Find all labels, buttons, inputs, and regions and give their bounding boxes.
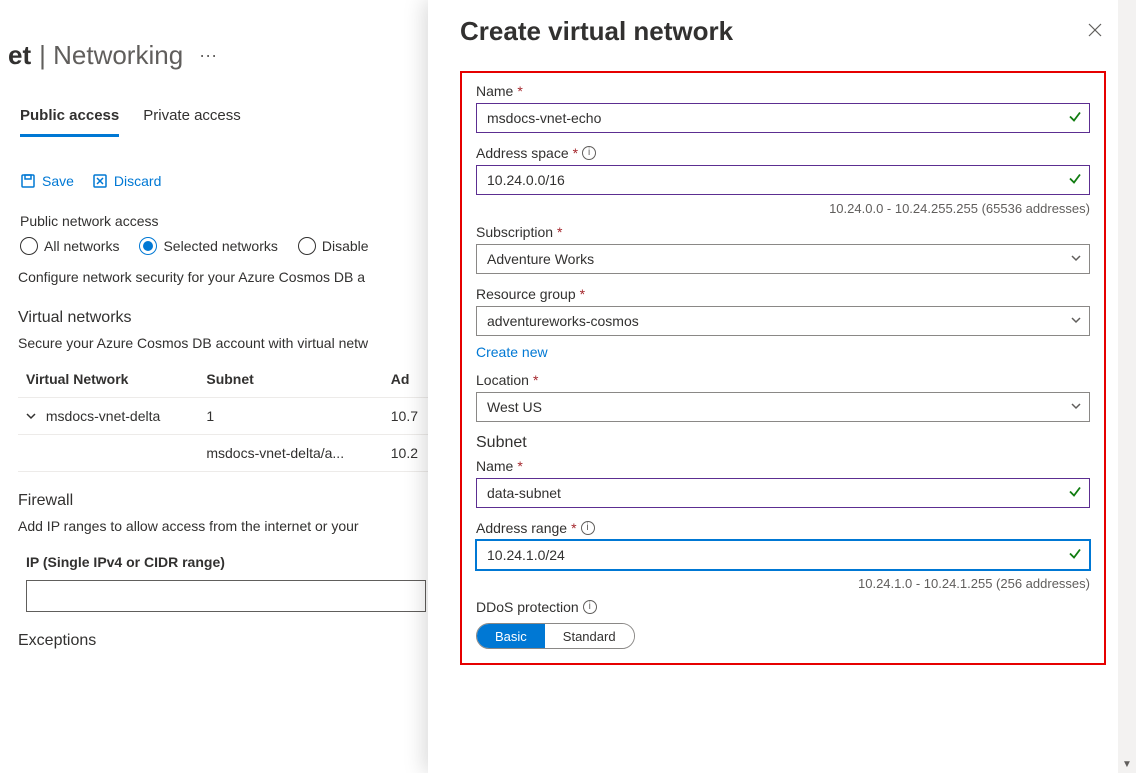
location-select[interactable] (476, 392, 1090, 422)
radio-label: Selected networks (163, 238, 277, 254)
save-label: Save (42, 173, 74, 189)
ddos-standard-option[interactable]: Standard (545, 624, 634, 648)
name-input[interactable] (476, 103, 1090, 133)
valid-icon (1068, 547, 1082, 564)
cell-subnet: 1 (198, 398, 382, 435)
info-icon[interactable]: i (583, 600, 597, 614)
subnet-name-label: Name* (476, 458, 1090, 474)
info-icon[interactable]: i (582, 146, 596, 160)
location-label: Location* (476, 372, 1090, 388)
blade-title: Create virtual network (460, 16, 733, 47)
cell-vnet (18, 435, 198, 472)
discard-button[interactable]: Discard (92, 173, 161, 189)
radio-icon (298, 237, 316, 255)
chevron-down-icon (1070, 251, 1082, 267)
address-range-label: Address range* i (476, 520, 1090, 536)
chevron-down-icon (1070, 399, 1082, 415)
radio-label: All networks (44, 238, 119, 254)
tab-public-access[interactable]: Public access (20, 101, 119, 137)
radio-icon (139, 237, 157, 255)
tab-private-access[interactable]: Private access (143, 101, 241, 137)
cell-subnet: msdocs-vnet-delta/a... (198, 435, 382, 472)
radio-selected-networks[interactable]: Selected networks (139, 237, 277, 255)
address-range-input[interactable] (476, 540, 1090, 570)
subnet-name-input[interactable] (476, 478, 1090, 508)
ddos-basic-option[interactable]: Basic (477, 624, 545, 648)
more-actions-button[interactable]: ··· (191, 45, 225, 66)
valid-icon (1068, 110, 1082, 127)
scroll-down-icon[interactable]: ▼ (1122, 756, 1132, 773)
chevron-down-icon[interactable] (26, 408, 36, 424)
scrollbar[interactable]: ▼ (1118, 0, 1136, 773)
resource-group-select[interactable] (476, 306, 1090, 336)
col-virtual-network[interactable]: Virtual Network (18, 361, 198, 398)
radio-all-networks[interactable]: All networks (20, 237, 119, 255)
resource-group-label: Resource group* (476, 286, 1090, 302)
close-button[interactable] (1084, 17, 1106, 46)
virtual-networks-table: Virtual Network Subnet Ad msdocs-vnet-de… (18, 361, 438, 472)
radio-icon (20, 237, 38, 255)
table-row[interactable]: msdocs-vnet-delta/a... 10.2 (18, 435, 438, 472)
vnet-form: Name* Address space* i 10.24.0.0 - 10 (460, 71, 1106, 665)
discard-icon (92, 173, 108, 189)
discard-label: Discard (114, 173, 161, 189)
radio-disabled[interactable]: Disable (298, 237, 369, 255)
address-range-helper: 10.24.1.0 - 10.24.1.255 (256 addresses) (476, 576, 1090, 591)
col-subnet[interactable]: Subnet (198, 361, 382, 398)
address-space-helper: 10.24.0.0 - 10.24.255.255 (65536 address… (476, 201, 1090, 216)
valid-icon (1068, 485, 1082, 502)
chevron-down-icon (1070, 313, 1082, 329)
subscription-label: Subscription* (476, 224, 1090, 240)
subnet-section-header: Subnet (476, 434, 1090, 452)
ddos-toggle: Basic Standard (476, 623, 635, 649)
subscription-select[interactable] (476, 244, 1090, 274)
radio-label: Disable (322, 238, 369, 254)
save-button[interactable]: Save (20, 173, 74, 189)
page-title-suffix: | Networking (39, 40, 183, 71)
name-label: Name* (476, 83, 1090, 99)
create-new-link[interactable]: Create new (476, 344, 548, 360)
address-space-label: Address space* i (476, 145, 1090, 161)
valid-icon (1068, 172, 1082, 189)
address-space-input[interactable] (476, 165, 1090, 195)
info-icon[interactable]: i (581, 521, 595, 535)
ip-range-input[interactable] (26, 580, 426, 612)
save-icon (20, 173, 36, 189)
table-row[interactable]: msdocs-vnet-delta 1 10.7 (18, 398, 438, 435)
create-vnet-blade: Create virtual network Name* Address spa… (428, 0, 1136, 773)
page-title-prefix: et (8, 40, 31, 71)
close-icon (1088, 23, 1102, 37)
cell-vnet: msdocs-vnet-delta (46, 408, 160, 424)
ddos-label: DDoS protection i (476, 599, 1090, 615)
